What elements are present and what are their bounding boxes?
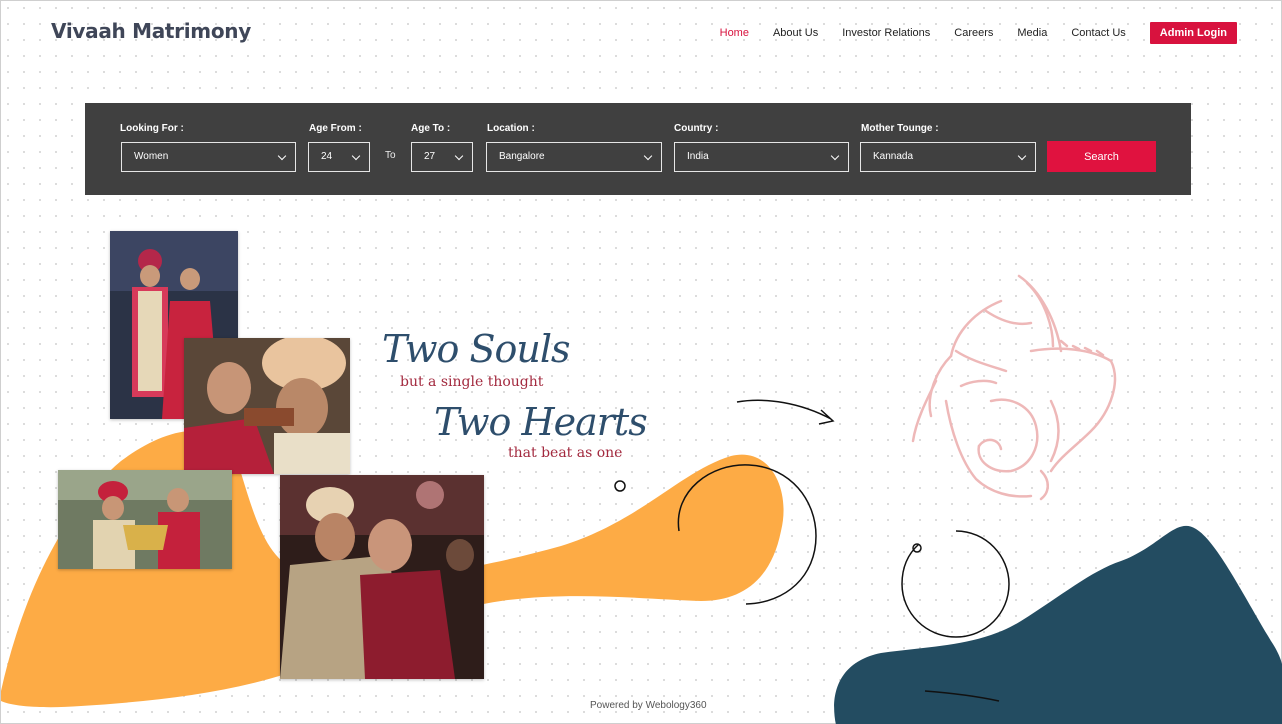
location-value: Bangalore [499,151,545,162]
age-from-label: Age From : [309,123,362,134]
chevron-down-icon [454,151,464,161]
age-to-label: Age To : [411,123,451,134]
country-select[interactable]: India [674,142,849,172]
tagline-single-thought: but a single thought [400,374,544,390]
location-select[interactable]: Bangalore [486,142,662,172]
looking-for-value: Women [134,151,169,162]
small-ring-1 [614,480,626,492]
arc-line-2 [901,530,1010,638]
age-from-select[interactable]: 24 [308,142,370,172]
nav-home[interactable]: Home [720,27,749,39]
mother-tongue-select[interactable]: Kannada [860,142,1036,172]
ganesha-illustration [911,274,1117,501]
tagline-two-hearts: Two Hearts [434,400,648,444]
looking-for-label: Looking For : [120,123,184,134]
chevron-down-icon [277,151,287,161]
age-to-select[interactable]: 27 [411,142,473,172]
location-label: Location : [487,123,535,134]
age-from-value: 24 [321,151,333,162]
couple-photo-3 [58,470,232,569]
search-button[interactable]: Search [1047,141,1156,172]
country-value: India [687,151,709,162]
brand-logo[interactable]: Vivaah Matrimony [51,19,251,43]
powered-by-text: Powered by Webology360 [590,700,707,711]
nav-about-us[interactable]: About Us [773,27,818,39]
tagline-beat-as-one: that beat as one [508,445,623,461]
search-panel: Looking For : Women Age From : 24 To Age… [85,103,1191,195]
nav-contact-us[interactable]: Contact Us [1071,27,1125,39]
navy-blob [834,525,1282,724]
nav-careers[interactable]: Careers [954,27,993,39]
age-to-value: 27 [424,151,436,162]
chevron-down-icon [643,151,653,161]
main-nav: Home About Us Investor Relations Careers… [720,22,1237,44]
nav-investor-relations[interactable]: Investor Relations [842,27,930,39]
chevron-down-icon [351,151,361,161]
mother-tongue-label: Mother Tounge : [861,123,939,134]
couple-photo-4 [280,475,484,679]
chevron-down-icon [1017,151,1027,161]
mother-tongue-value: Kannada [873,151,914,162]
arrow-icon [736,399,835,425]
tagline-two-souls: Two Souls [382,327,571,371]
to-separator: To [385,150,396,161]
admin-login-button[interactable]: Admin Login [1149,22,1237,44]
country-label: Country : [674,123,719,134]
chevron-down-icon [830,151,840,161]
nav-media[interactable]: Media [1017,27,1047,39]
site-header: Vivaah Matrimony Home About Us Investor … [1,1,1282,65]
looking-for-select[interactable]: Women [121,142,296,172]
couple-photo-2 [184,338,350,474]
